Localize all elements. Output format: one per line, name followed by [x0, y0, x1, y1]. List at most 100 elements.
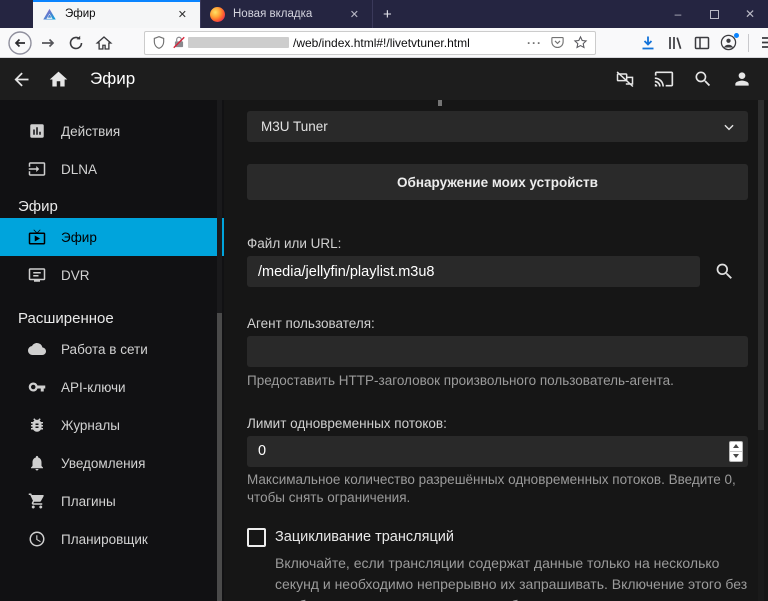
dvr-icon: [28, 268, 46, 282]
library-button[interactable]: [662, 30, 687, 56]
main-content: M3U Tuner Обнаружение моих устройств Фай…: [224, 100, 768, 601]
sidebar-item-label: Журналы: [61, 417, 120, 433]
sidebar-item-activity[interactable]: Действия: [0, 112, 224, 150]
live-tv-icon: [28, 229, 46, 245]
bell-icon: [31, 455, 43, 471]
sidebar-item-logs[interactable]: Журналы: [0, 406, 224, 444]
sidebar-item-label: DVR: [61, 267, 90, 283]
spinner-down-icon: [733, 454, 739, 459]
forward-icon: [42, 38, 55, 47]
home-button[interactable]: [90, 30, 118, 56]
sidebar-item-label: Планировщик: [61, 531, 148, 547]
url-bar[interactable]: /web/index.html#!/livetvtuner.html ···: [144, 30, 596, 55]
tab-new-tab[interactable]: Новая вкладка ✕: [200, 0, 373, 28]
clock-icon: [29, 531, 45, 547]
downloads-button[interactable]: [635, 30, 660, 56]
loop-streams-label: Зацикливание трансляций: [275, 529, 454, 546]
sidebar-item-scheduler[interactable]: Планировщик: [0, 520, 224, 558]
sidebar-item-label: Плагины: [61, 493, 116, 509]
sidebar-item-label: DLNA: [61, 161, 98, 177]
firefox-icon: [210, 6, 225, 22]
close-button[interactable]: ✕: [732, 0, 768, 28]
page-scrollbar-thumb[interactable]: [758, 100, 764, 430]
tab-close-icon[interactable]: ✕: [346, 6, 363, 23]
library-icon: [668, 36, 681, 49]
chevron-down-icon: [724, 124, 734, 131]
maximize-button[interactable]: [696, 0, 732, 28]
sidebar-scrollbar-thumb[interactable]: [217, 313, 222, 601]
spinner-down-button[interactable]: [730, 452, 742, 461]
menu-button[interactable]: [756, 30, 768, 56]
file-url-input[interactable]: [247, 256, 700, 287]
app-header: Эфир: [0, 58, 768, 100]
user-agent-help: Предоставить HTTP-заголовок произвольног…: [247, 373, 674, 388]
sidebar-item-networking[interactable]: Работа в сети: [0, 330, 224, 368]
sidebar-item-label: Эфир: [61, 229, 97, 245]
account-button[interactable]: [716, 30, 741, 56]
detect-devices-button[interactable]: Обнаружение моих устройств: [247, 164, 748, 200]
cloud-icon: [28, 343, 46, 355]
sidebar-section-advanced: Расширенное: [18, 309, 114, 327]
app-back-button[interactable]: [9, 67, 33, 91]
tracking-shield-icon: [153, 36, 165, 49]
syncplay-button[interactable]: [613, 67, 637, 91]
file-url-label: Файл или URL:: [247, 236, 342, 251]
cart-icon: [28, 493, 44, 509]
number-spinner[interactable]: [729, 440, 743, 462]
tab-title: Эфир: [65, 8, 96, 20]
bar-chart-icon: [30, 124, 44, 138]
url-path: /web/index.html#!/livetvtuner.html: [293, 35, 470, 50]
sidebar-item-plugins[interactable]: Плагины: [0, 482, 224, 520]
page-actions-icon[interactable]: ···: [527, 36, 542, 50]
reload-button[interactable]: [62, 30, 90, 56]
tab-close-icon[interactable]: ✕: [174, 6, 191, 23]
insecure-lock-icon: [173, 36, 185, 49]
tab-jellyfin[interactable]: Эфир ✕: [33, 0, 200, 28]
sidebar-item-dlna[interactable]: DLNA: [0, 150, 224, 188]
loop-streams-row: Зацикливание трансляций: [247, 527, 748, 547]
sidebar-item-label: API-ключи: [61, 379, 126, 395]
arrow-left-icon: [14, 72, 28, 86]
cast-button[interactable]: [652, 67, 676, 91]
sidebar: Действия DLNA Эфир Эфир DVR Расширенное …: [0, 100, 224, 601]
user-button[interactable]: [730, 67, 754, 91]
new-tab-button[interactable]: +: [373, 0, 402, 28]
page-scrollbar[interactable]: [758, 100, 764, 601]
input-icon: [28, 162, 46, 176]
pocket-icon[interactable]: [550, 35, 565, 50]
reload-icon: [69, 35, 83, 49]
user-agent-input[interactable]: [247, 336, 748, 367]
sidebar-toggle-button[interactable]: [689, 30, 714, 56]
user-icon: [735, 72, 749, 86]
sidebar-item-livetv[interactable]: Эфир: [0, 218, 224, 256]
forward-button[interactable]: [34, 30, 62, 56]
app-header-actions: [613, 67, 758, 91]
sidebar-item-api-keys[interactable]: API-ключи: [0, 368, 224, 406]
home-icon: [95, 35, 113, 50]
cast-icon: [654, 71, 674, 87]
jellyfin-icon: [43, 8, 56, 19]
stream-limit-wrap: [247, 435, 748, 467]
sidebar-item-dvr[interactable]: DVR: [0, 256, 224, 294]
app-home-button[interactable]: [46, 67, 70, 91]
tuner-type-select[interactable]: M3U Tuner: [247, 111, 748, 142]
tab-strip: Эфир ✕ Новая вкладка ✕ +: [33, 0, 402, 28]
minimize-button[interactable]: –: [660, 0, 696, 28]
search-button[interactable]: [691, 67, 715, 91]
tuner-type-value: M3U Tuner: [261, 119, 328, 134]
window-controls: – ✕: [660, 0, 768, 28]
stream-limit-input[interactable]: [247, 435, 748, 467]
browser-window: Эфир ✕ Новая вкладка ✕ + – ✕ /web/index.…: [0, 0, 768, 601]
sidebar-item-notifications[interactable]: Уведомления: [0, 444, 224, 482]
browse-button[interactable]: [700, 256, 748, 287]
bookmark-star-icon[interactable]: [573, 35, 588, 50]
back-button[interactable]: [6, 30, 34, 56]
loop-streams-checkbox[interactable]: [247, 527, 266, 547]
file-url-row: [247, 256, 748, 287]
user-agent-label: Агент пользователя:: [247, 316, 375, 331]
sidebar-scrollbar[interactable]: [217, 100, 222, 601]
spinner-up-button[interactable]: [730, 442, 742, 452]
tab-title: Новая вкладка: [233, 8, 313, 20]
urlbar-actions: ···: [527, 35, 588, 50]
stream-limit-label: Лимит одновременных потоков:: [247, 415, 447, 431]
